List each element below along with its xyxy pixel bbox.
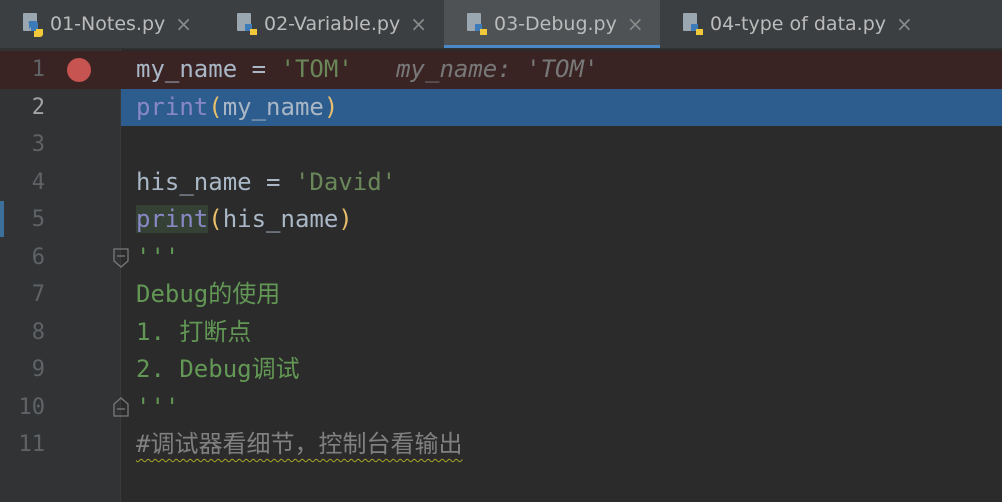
code-line-1[interactable]: 1 my_name = 'TOM' my_name: 'TOM': [0, 51, 1002, 89]
code-text: his_name =: [136, 167, 295, 196]
code-text: my_name: [222, 92, 324, 121]
docstring: ''': [136, 392, 180, 421]
code-line-8[interactable]: 8 1. 打断点: [0, 314, 1002, 352]
line-number: 9: [31, 357, 45, 382]
python-file-icon: [683, 13, 703, 35]
line-number: 11: [18, 432, 46, 457]
code-line-3[interactable]: 3: [0, 126, 1002, 164]
code-line-2-execution-point[interactable]: 2 print(my_name): [0, 88, 1002, 126]
builtin-function: print: [136, 92, 209, 121]
tab-label: 03-Debug.py: [494, 13, 617, 35]
code-text: my_name =: [136, 55, 281, 83]
paren: ): [323, 92, 339, 121]
builtin-function: print: [136, 205, 209, 233]
code-text: his_name: [222, 205, 339, 233]
editor-tab-bar: 01-Notes.py × 02-Variable.py × 03-Debug.…: [0, 0, 1002, 49]
docstring: ''': [136, 242, 180, 271]
paren: (: [208, 205, 223, 233]
paren: (: [208, 92, 223, 121]
code-line-5[interactable]: 5 print(his_name): [0, 201, 1002, 239]
close-icon[interactable]: ×: [175, 12, 192, 36]
line-number: 1: [31, 57, 45, 82]
close-icon[interactable]: ×: [896, 12, 913, 36]
string-literal: 'David': [294, 167, 397, 196]
inline-debug-value: my_name: 'TOM': [396, 55, 599, 83]
line-number: 4: [31, 169, 45, 195]
code-line-6[interactable]: 6 ''': [0, 239, 1002, 277]
string-literal: 'TOM': [280, 55, 353, 83]
line-number: 8: [31, 319, 45, 345]
close-icon[interactable]: ×: [410, 12, 427, 36]
docstring: Debug的使用: [136, 280, 281, 308]
code-line-9[interactable]: 9 2. Debug调试: [0, 351, 1002, 389]
line-number: 6: [31, 244, 45, 270]
paren: ): [338, 205, 353, 233]
tab-04-type-of-data[interactable]: 04-type of data.py ×: [660, 0, 922, 48]
docstring: 2. Debug调试: [136, 355, 300, 383]
tab-01-notes[interactable]: 01-Notes.py ×: [0, 0, 214, 48]
code-line-11[interactable]: 11 #调试器看细节，控制台看输出: [0, 426, 1002, 464]
python-file-icon: [467, 13, 487, 35]
tab-03-debug[interactable]: 03-Debug.py ×: [444, 0, 660, 48]
python-file-icon: [237, 13, 257, 35]
breakpoint-icon[interactable]: [67, 58, 91, 82]
tab-02-variable[interactable]: 02-Variable.py ×: [214, 0, 444, 48]
python-file-icon: [23, 13, 43, 37]
line-number: 5: [31, 207, 45, 232]
tab-label: 04-type of data.py: [710, 13, 887, 35]
line-number: 2: [31, 94, 45, 120]
tab-label: 02-Variable.py: [264, 13, 401, 35]
line-number: 10: [18, 394, 46, 420]
close-icon[interactable]: ×: [627, 12, 644, 36]
code-line-4[interactable]: 4 his_name = 'David': [0, 164, 1002, 202]
comment: #调试器看细节，控制台看输出: [136, 430, 463, 458]
tab-label: 01-Notes.py: [50, 13, 166, 35]
line-number: 7: [31, 282, 45, 307]
code-line-7[interactable]: 7 Debug的使用: [0, 276, 1002, 314]
line-number: 3: [31, 132, 45, 157]
docstring: 1. 打断点: [136, 317, 252, 346]
code-line-10[interactable]: 10 ''': [0, 389, 1002, 427]
code-editor[interactable]: 1 my_name = 'TOM' my_name: 'TOM' 2 print…: [0, 49, 1002, 502]
